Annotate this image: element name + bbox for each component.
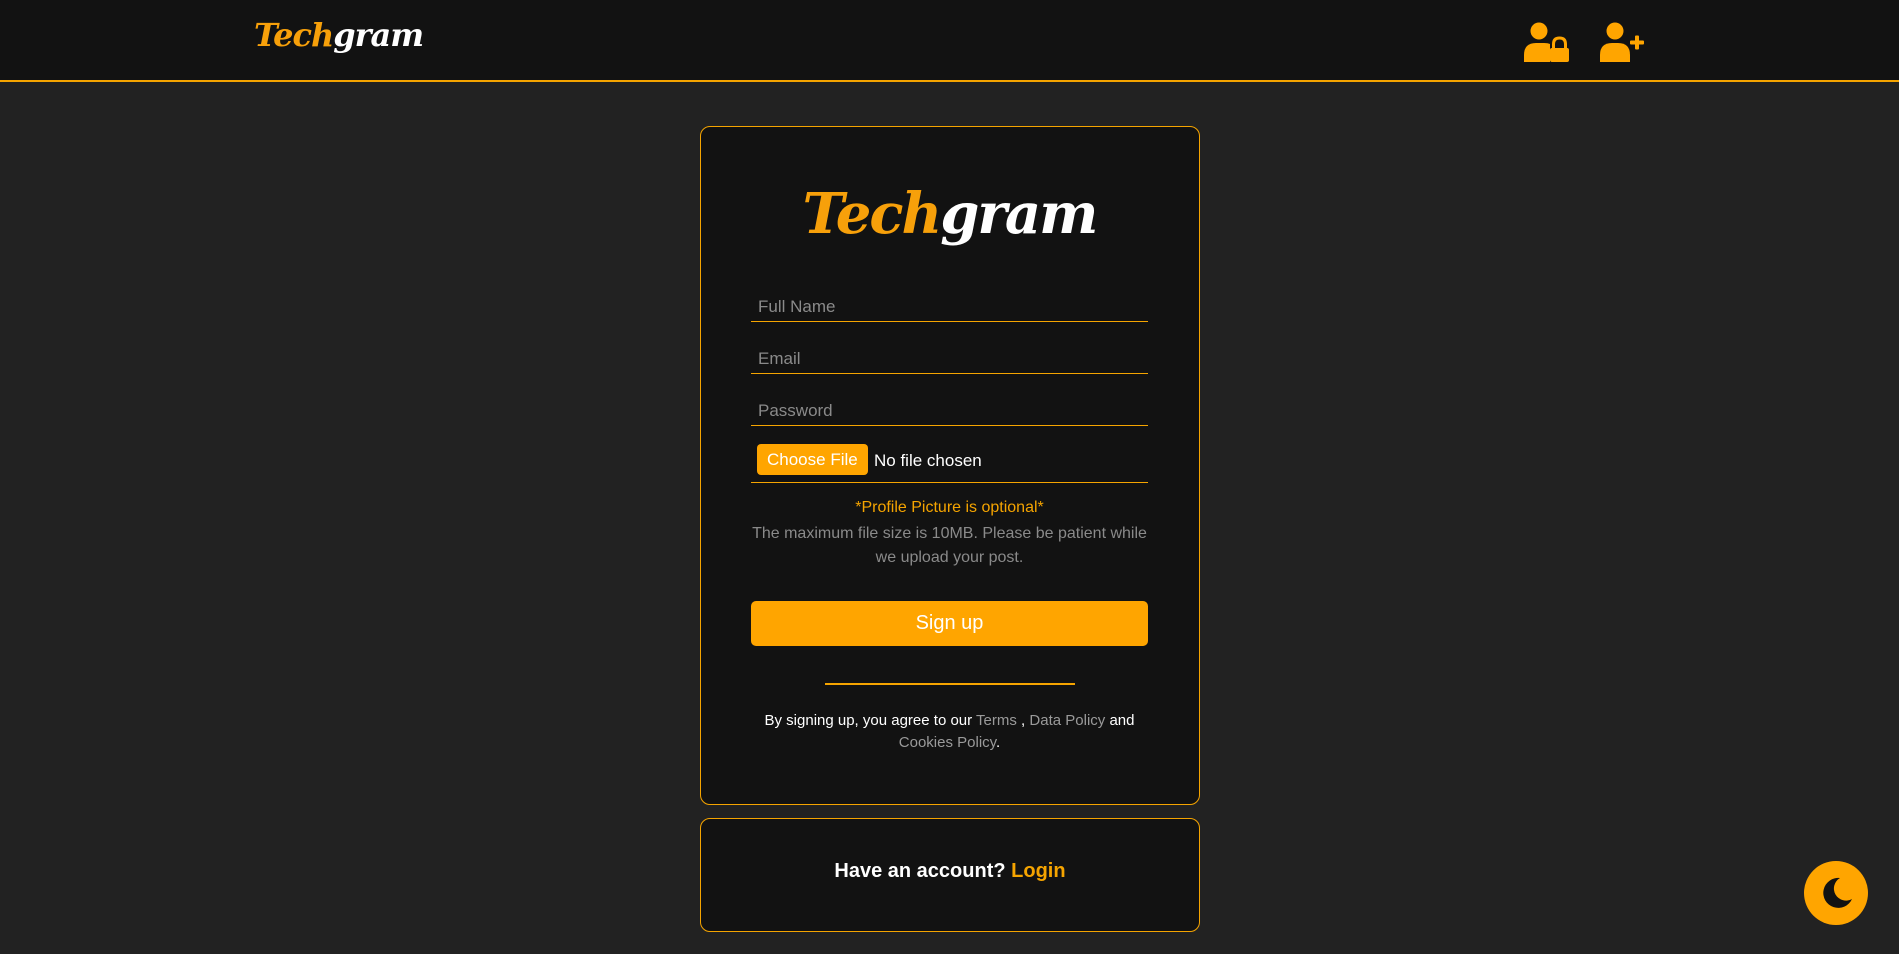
password-input[interactable] [751, 390, 1148, 425]
cookies-policy-link[interactable]: Cookies Policy [899, 734, 996, 751]
have-account-text: Have an account? Login [700, 860, 1200, 883]
signup-card-logo: Techgram [0, 186, 1899, 242]
user-lock-icon[interactable] [1522, 22, 1570, 62]
logo-gram-text: gram [333, 16, 424, 54]
card-logo-tech-text: Tech [802, 181, 943, 247]
profile-optional-note: *Profile Picture is optional* [855, 499, 1044, 516]
email-field [751, 338, 1148, 374]
logo-tech-text: Tech [254, 16, 334, 54]
terms-comma: , [1016, 712, 1026, 729]
terms-and: and [1109, 712, 1135, 729]
theme-toggle-button[interactable] [1804, 861, 1868, 925]
profile-picture-field: Choose File No file chosen [751, 440, 1148, 483]
file-size-note: The maximum file size is 10MB. Please be… [752, 525, 1147, 566]
user-plus-icon[interactable] [1598, 22, 1646, 62]
moon-icon [1823, 877, 1852, 908]
file-status-text: No file chosen [874, 451, 982, 470]
password-field [751, 390, 1148, 426]
terms-prefix: By signing up, you agree to our [764, 712, 973, 729]
navbar: Techgram [0, 0, 1899, 82]
choose-file-button[interactable]: Choose File [757, 444, 868, 475]
terms-notice: By signing up, you agree to our Terms , … [751, 710, 1148, 754]
card-logo-gram-text: gram [940, 181, 1098, 247]
data-policy-link[interactable]: Data Policy [1029, 712, 1105, 729]
full-name-field [751, 286, 1148, 322]
divider [825, 683, 1075, 685]
navbar-logo[interactable]: Techgram [254, 16, 424, 54]
have-account-prompt: Have an account? [834, 860, 1006, 882]
full-name-input[interactable] [751, 286, 1148, 321]
email-input[interactable] [751, 338, 1148, 373]
sign-up-button[interactable]: Sign up [751, 601, 1148, 646]
login-link[interactable]: Login [1011, 860, 1065, 882]
terms-link[interactable]: Terms [976, 712, 1017, 729]
terms-period: . [996, 734, 1001, 751]
